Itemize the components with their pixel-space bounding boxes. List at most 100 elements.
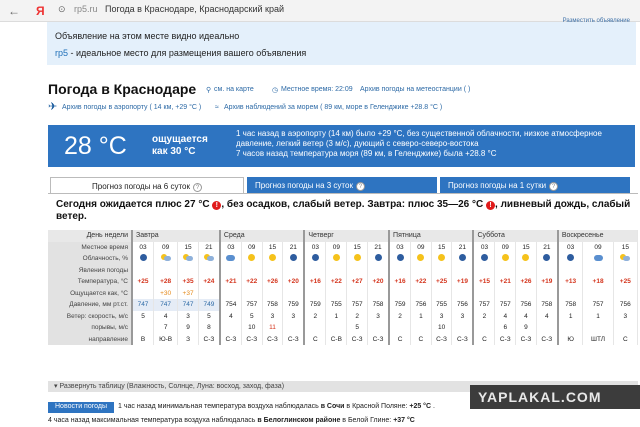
day-header[interactable]: Воскресенье: [556, 230, 638, 242]
pressure-cell: 759: [303, 299, 327, 311]
cloud-cell: [218, 253, 242, 265]
temperature-cell: +26: [515, 276, 537, 288]
tab-6-days[interactable]: Прогноз погоды на 6 суток?: [50, 177, 244, 193]
feels-like-cell: [582, 287, 614, 299]
wind-gust-cell: [472, 322, 496, 334]
feels-like-cell: [515, 287, 537, 299]
wind-gust-cell: [325, 322, 348, 334]
expand-label: Развернуть таблицу (Влажность, Солнце, Л…: [59, 383, 285, 390]
wind-direction-cell: С-В: [325, 333, 348, 345]
help-icon[interactable]: ?: [192, 183, 202, 192]
cloud-cell: [346, 253, 368, 265]
wind-gust-cell: [613, 322, 639, 334]
day-header[interactable]: Среда: [218, 230, 305, 242]
airport-archive-link[interactable]: Архив погоды в аэропорту ( 14 км, +29 °C…: [62, 104, 201, 111]
wind-gust-cell: 8: [198, 322, 221, 334]
day-header[interactable]: Суббота: [472, 230, 559, 242]
ad-banner[interactable]: Разместить объявление Объявление на этом…: [47, 18, 636, 65]
moon-icon: [374, 254, 382, 262]
pressure-cell: 758: [536, 299, 559, 311]
yandex-logo-icon[interactable]: Я: [36, 4, 45, 18]
pressure-cell: 747: [153, 299, 179, 311]
wind-speed-cell: 2: [388, 310, 412, 322]
weather-cell: [431, 264, 453, 276]
time-cell: 09: [241, 241, 263, 253]
news-place: в Белоглинском районе: [257, 417, 341, 424]
pressure-cell: 758: [556, 299, 584, 311]
weather-cell: [582, 264, 614, 276]
weather-cell: [153, 264, 179, 276]
row-label: Ветер: скорость, м/с: [48, 310, 133, 322]
tab-3-days[interactable]: Прогноз погоды на 3 суток?: [247, 177, 437, 193]
address-field[interactable]: rp5.ru Погода в Краснодаре, Краснодарски…: [74, 4, 284, 14]
help-icon[interactable]: ?: [355, 182, 365, 191]
pressure-cell: 759: [388, 299, 412, 311]
wind-gust-cell: [131, 322, 155, 334]
pressure-cell: 759: [282, 299, 305, 311]
cloud-cell: [177, 253, 199, 265]
feels-like-cell: [451, 287, 474, 299]
wind-gust-cell: 6: [494, 322, 517, 334]
ad-link[interactable]: rp5: [55, 48, 68, 58]
wind-direction-cell: С: [410, 333, 432, 345]
day-header[interactable]: Пятница: [388, 230, 474, 242]
day-header[interactable]: Завтра: [131, 230, 221, 242]
pressure-cell: 758: [262, 299, 284, 311]
wind-gust-cell: 9: [177, 322, 199, 334]
meteo-archive-link[interactable]: Архив погоды на метеостанции ( ): [360, 86, 470, 93]
temperature-cell: +28: [153, 276, 179, 288]
pressure-cell: 756: [515, 299, 537, 311]
place-ad-link[interactable]: Разместить объявление: [563, 18, 630, 24]
wind-speed-cell: 3: [431, 310, 453, 322]
news-tag[interactable]: Новости погоды: [48, 402, 114, 413]
wind-direction-row: направление В Ю-В З С-З С-З С-З С-З С-З С С-В С-З С-…: [48, 333, 639, 345]
wind-gust-cell: [388, 322, 412, 334]
news-place: в Сочи: [320, 403, 345, 410]
feels-like-cell: [613, 287, 639, 299]
sea-archive-link[interactable]: Архив наблюдений за морем ( 89 км, море …: [224, 104, 442, 111]
back-icon[interactable]: ←: [8, 4, 20, 18]
tab-1-day[interactable]: Прогноз погоды на 1 сутки?: [440, 177, 630, 193]
partly-cloudy-icon: [203, 254, 214, 262]
pressure-row: Давление, мм рт.ст. 747 747 747 749 754 757 758…: [48, 299, 639, 311]
news-item[interactable]: 4 часа назад максимальная температура во…: [48, 417, 415, 424]
temperature-cell: +26: [262, 276, 284, 288]
wind-gust-cell: [536, 322, 559, 334]
time-cell: 21: [198, 241, 221, 253]
pressure-cell: 757: [582, 299, 614, 311]
news-item[interactable]: 1 час назад минимальная температура возд…: [118, 403, 435, 410]
warning-icon[interactable]: !: [486, 201, 496, 210]
warning-icon[interactable]: !: [212, 201, 222, 210]
time-cell: 09: [325, 241, 348, 253]
cloud-cell: [325, 253, 348, 265]
weather-cell: [472, 264, 496, 276]
weather-cell: [198, 264, 221, 276]
wind-direction-cell: С-З: [262, 333, 284, 345]
help-icon[interactable]: ?: [549, 182, 559, 191]
weather-row: Явления погоды: [48, 264, 639, 276]
temperature-cell: +19: [536, 276, 559, 288]
wind-direction-cell: В: [131, 333, 155, 345]
weather-cell: [388, 264, 412, 276]
wind-gust-cell: [451, 322, 474, 334]
wind-speed-cell: 3: [367, 310, 390, 322]
weather-cell: [241, 264, 263, 276]
weather-cell: [303, 264, 327, 276]
wind-speed-row: Ветер: скорость, м/с 5 4 3 5 4 5 3 3 2 1 2 3 2 1 3 3 2 4 4 4…: [48, 310, 639, 322]
cloud-cell: [515, 253, 537, 265]
pressure-cell: 757: [346, 299, 368, 311]
cloud-cell: [536, 253, 559, 265]
temperature-cell: +21: [494, 276, 517, 288]
partly-cloudy-icon: [160, 254, 171, 262]
partly-cloudy-icon: [620, 254, 631, 262]
feels-like-cell: [262, 287, 284, 299]
temperature-cell: +20: [282, 276, 305, 288]
cloud-icon: [226, 254, 236, 261]
wind-direction-cell: З: [177, 333, 199, 345]
map-link[interactable]: см. на карте: [214, 86, 254, 93]
weather-cell: [177, 264, 199, 276]
current-weather-banner: 28 °C ощущается как 30 °C 1 час назад в …: [48, 125, 635, 167]
day-header[interactable]: Четверг: [303, 230, 390, 242]
wind-direction-cell: С-З: [515, 333, 537, 345]
wind-direction-cell: С-З: [346, 333, 368, 345]
